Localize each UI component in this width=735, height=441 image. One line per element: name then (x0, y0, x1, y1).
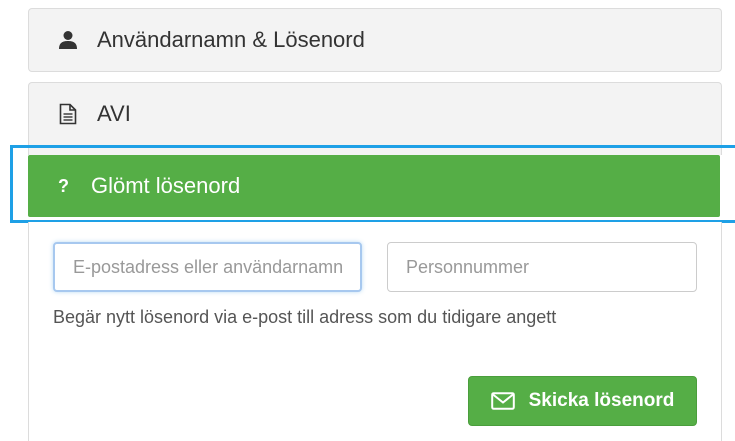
help-text: Begär nytt lösenord via e-post till adre… (53, 307, 557, 327)
document-icon (57, 103, 79, 125)
question-icon: ? (58, 175, 69, 196)
send-password-button[interactable]: Skicka lösenord (468, 376, 697, 426)
accordion-panel-avi-edge (28, 143, 722, 155)
personal-number-input[interactable] (387, 242, 697, 292)
accordion-header-username-password[interactable]: Användarnamn & Lösenord (28, 8, 722, 72)
accordion-header-avi[interactable]: AVI (28, 82, 722, 144)
accordion-header-label: AVI (97, 100, 131, 126)
accordion-header-label: Glömt lösenord (91, 173, 241, 198)
user-icon (57, 29, 79, 51)
email-or-username-input[interactable] (53, 242, 362, 292)
envelope-icon (490, 392, 515, 410)
accordion-header-label: Användarnamn & Lösenord (97, 27, 365, 52)
accordion-header-forgot-password[interactable]: ? Glömt lösenord (28, 155, 720, 217)
send-password-label: Skicka lösenord (528, 390, 675, 411)
